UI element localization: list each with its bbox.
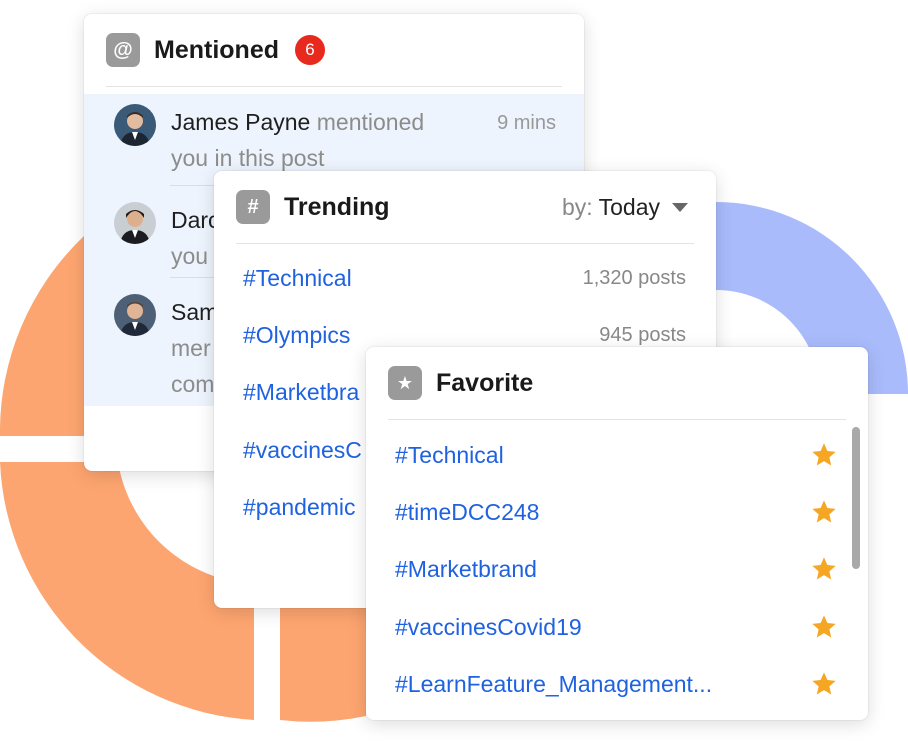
trend-tag-link[interactable]: #Technical: [243, 265, 352, 292]
trending-header: # Trending by: Today: [236, 171, 694, 244]
caret-down-icon: [672, 202, 688, 212]
mention-line2: you: [171, 243, 209, 269]
favorite-panel: ★ Favorite #Technical #timeDCC248 #Marke…: [366, 347, 868, 720]
star-icon: ★: [388, 366, 422, 400]
star-icon[interactable]: [810, 670, 838, 698]
avatar: [114, 104, 156, 146]
mention-author: James Payne: [171, 109, 311, 135]
favorite-header: ★ Favorite: [388, 347, 846, 420]
favorite-item[interactable]: #Marketbrand: [395, 551, 838, 587]
trend-tag-link[interactable]: #pandemic: [243, 494, 356, 521]
trend-tag-link[interactable]: #Olympics: [243, 322, 350, 349]
scrollbar-thumb[interactable]: [852, 427, 860, 569]
mention-time: 9 mins: [497, 112, 556, 134]
favorite-item[interactable]: #Technical: [395, 437, 838, 473]
favorite-tag-link[interactable]: #LearnFeature_Management...: [395, 671, 712, 698]
favorite-tag-link[interactable]: #timeDCC248: [395, 499, 539, 526]
mention-line2: you in this post: [171, 145, 325, 171]
mentioned-title: Mentioned: [154, 35, 279, 64]
favorite-tag-link[interactable]: #Marketbrand: [395, 556, 537, 583]
sort-dropdown[interactable]: by: Today: [562, 194, 694, 221]
favorite-title: Favorite: [436, 368, 534, 397]
star-icon[interactable]: [810, 441, 838, 469]
mention-author: Sam: [171, 299, 219, 325]
mention-text: James Payne mentioned you in this post: [171, 104, 471, 176]
mention-action: mentioned: [310, 109, 425, 135]
trend-tag-link[interactable]: #Marketbra: [243, 379, 359, 406]
trend-post-count: 945 posts: [599, 323, 686, 346]
orange-ring-upper-segment: [0, 236, 84, 436]
trend-post-count: 1,320 posts: [582, 266, 686, 289]
mention-author: Darc: [171, 207, 220, 233]
favorite-tag-link[interactable]: #vaccinesCovid19: [395, 614, 582, 641]
star-icon[interactable]: [810, 498, 838, 526]
mention-line3: com: [171, 371, 215, 397]
avatar: [114, 202, 156, 244]
favorite-tag-link[interactable]: #Technical: [395, 442, 504, 469]
trend-tag-link[interactable]: #vaccinesC: [243, 437, 362, 464]
hash-icon: #: [236, 190, 270, 224]
sort-label: by:: [561, 193, 593, 220]
mentioned-header: @ Mentioned 6: [106, 14, 562, 87]
orange-ring-right-segment: [280, 600, 366, 722]
avatar: [114, 294, 156, 336]
favorite-item[interactable]: #LearnFeature_Management...: [395, 666, 838, 702]
favorite-item[interactable]: #timeDCC248: [395, 494, 838, 530]
mention-line2: mer: [171, 335, 211, 361]
trend-item[interactable]: #Technical 1,320 posts: [243, 260, 686, 296]
at-icon: @: [106, 33, 140, 67]
trending-title: Trending: [284, 192, 390, 221]
star-icon[interactable]: [810, 555, 838, 583]
sort-value: Today: [598, 193, 660, 220]
star-icon[interactable]: [810, 613, 838, 641]
mention-count-badge: 6: [295, 35, 325, 65]
favorite-item[interactable]: #vaccinesCovid19: [395, 609, 838, 645]
